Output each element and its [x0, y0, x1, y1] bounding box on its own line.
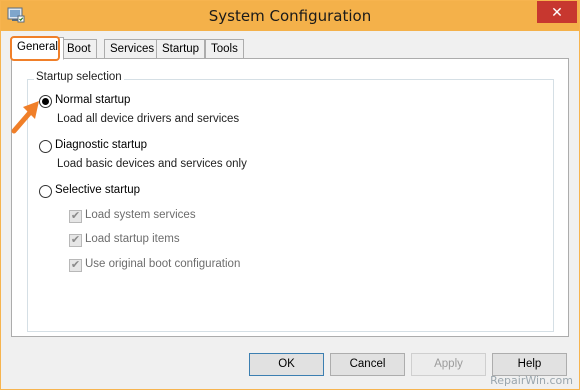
tab-label: Tools [211, 43, 238, 55]
normal-startup-label[interactable]: Normal startup [55, 94, 130, 106]
tab-label: Startup [162, 43, 200, 55]
help-button[interactable]: Help [492, 353, 567, 376]
title-bar[interactable]: System Configuration ✕ [1, 1, 579, 31]
selective-startup-radio[interactable] [39, 185, 52, 198]
tab-services[interactable]: Services [104, 39, 161, 59]
load-startup-items-label: Load startup items [85, 233, 180, 245]
check-icon: ✔ [70, 210, 81, 222]
normal-startup-description: Load all device drivers and services [57, 113, 240, 125]
use-original-boot-config-checkbox[interactable]: ✔ [69, 259, 82, 272]
check-icon: ✔ [70, 234, 81, 246]
tab-label: Services [110, 43, 155, 55]
apply-button[interactable]: Apply [411, 353, 486, 376]
system-configuration-window: System Configuration ✕ General Boot Serv… [0, 0, 580, 390]
check-icon: ✔ [70, 259, 81, 271]
general-tab-highlight [10, 36, 60, 61]
radio-selected-dot [42, 98, 49, 105]
load-startup-items-checkbox[interactable]: ✔ [69, 234, 82, 247]
cancel-button[interactable]: Cancel [330, 353, 405, 376]
general-tab-panel: Startup selection Normal startup Load al… [11, 58, 569, 337]
watermark: RepairWin.com [490, 374, 573, 387]
selective-startup-label[interactable]: Selective startup [55, 184, 140, 196]
diagnostic-startup-label[interactable]: Diagnostic startup [55, 139, 147, 151]
tab-tools[interactable]: Tools [205, 39, 244, 59]
load-system-services-checkbox[interactable]: ✔ [69, 210, 82, 223]
use-original-boot-config-label: Use original boot configuration [85, 258, 241, 270]
diagnostic-startup-radio[interactable] [39, 140, 52, 153]
tab-startup[interactable]: Startup [156, 39, 206, 59]
ok-button[interactable]: OK [249, 353, 324, 376]
window-title: System Configuration [208, 7, 372, 25]
load-system-services-label: Load system services [85, 209, 196, 221]
startup-selection-group: Startup selection Normal startup Load al… [27, 71, 554, 332]
close-button[interactable]: ✕ [537, 1, 577, 23]
diagnostic-startup-description: Load basic devices and services only [57, 158, 247, 170]
close-icon: ✕ [551, 4, 563, 20]
tab-boot[interactable]: Boot [61, 39, 97, 59]
group-label: Startup selection [34, 71, 124, 83]
annotation-arrow-icon [11, 101, 39, 134]
tab-label: Boot [67, 43, 91, 55]
